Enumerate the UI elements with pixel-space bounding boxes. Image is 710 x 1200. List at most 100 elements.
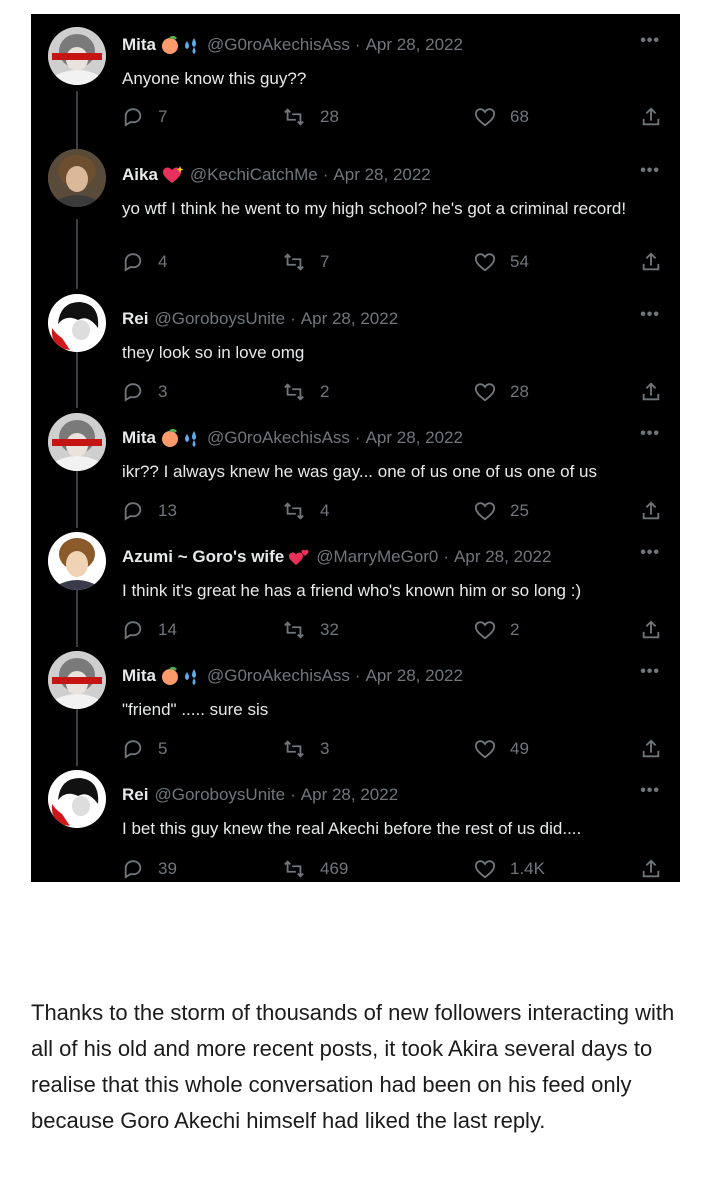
avatar[interactable] [48,294,106,352]
retweet-icon [284,253,304,271]
tweet[interactable]: Mita @G0roAkechisAss · Apr 28, 2022 ••• … [31,14,680,133]
avatar[interactable] [48,27,106,85]
reply-button[interactable]: 13 [122,500,177,522]
reply-count: 13 [158,501,177,520]
avatar[interactable] [48,651,106,709]
display-name[interactable]: Mita [122,428,156,448]
user-handle[interactable]: @KechiCatchMe [190,165,318,185]
tweet[interactable]: Aika @KechiCatchMe · Apr 28, 2022 ••• yo… [31,144,680,284]
reply-icon [124,383,142,402]
tweet-text: "friend" ..... sure sis [122,700,269,719]
more-options-icon[interactable]: ••• [640,663,660,681]
more-options-icon[interactable]: ••• [640,544,660,562]
retweet-count: 3 [320,739,330,758]
user-handle[interactable]: @MarryMeGor0 [316,547,438,567]
reply-button[interactable]: 4 [122,251,167,273]
retweet-button[interactable]: 469 [282,858,348,880]
tweet-date[interactable]: Apr 28, 2022 [454,547,551,567]
display-name[interactable]: Mita [122,666,156,686]
reply-button[interactable]: 39 [122,858,177,880]
reply-button[interactable]: 14 [122,619,177,641]
like-button[interactable]: 1.4K [474,858,545,880]
retweet-button[interactable]: 3 [282,738,329,760]
separator-dot: · [322,165,329,184]
heart-icon [474,383,496,402]
reply-button[interactable]: 7 [122,106,167,128]
tweet-date[interactable]: Apr 28, 2022 [366,428,463,448]
share-button[interactable] [640,858,676,880]
more-options-icon[interactable]: ••• [640,782,660,800]
avatar[interactable] [48,149,106,207]
share-button[interactable] [640,381,676,403]
avatar[interactable] [48,532,106,590]
user-handle[interactable]: @GoroboysUnite [154,309,285,329]
tweet[interactable]: Rei @GoroboysUnite · Apr 28, 2022 ••• I … [31,764,680,883]
tweet[interactable]: Azumi ~ Goro's wife @MarryMeGor0 · Apr 2… [31,526,680,645]
peach-emoji [162,35,178,54]
retweet-button[interactable]: 28 [282,106,339,128]
like-button[interactable]: 68 [474,106,529,128]
more-options-icon[interactable]: ••• [640,162,660,180]
tweet[interactable]: Rei @GoroboysUnite · Apr 28, 2022 ••• th… [31,288,680,407]
retweet-button[interactable]: 2 [282,381,329,403]
tweet-date[interactable]: Apr 28, 2022 [333,165,430,185]
reply-count: 5 [158,739,168,758]
tweet-date[interactable]: Apr 28, 2022 [301,785,398,805]
reply-count: 3 [158,382,168,401]
like-button[interactable]: 25 [474,500,529,522]
display-name[interactable]: Azumi ~ Goro's wife [122,547,284,567]
more-options-icon[interactable]: ••• [640,306,660,324]
avatar[interactable] [48,413,106,471]
retweet-count: 32 [320,620,339,639]
share-icon [642,739,660,758]
separator-dot: · [443,547,450,566]
sparkling-heart-emoji [162,166,184,183]
name-emoji [162,165,184,185]
tweet-text: yo wtf I think he went to my high school… [122,199,627,218]
like-count: 1.4K [510,859,545,878]
share-button[interactable] [640,738,676,760]
display-name[interactable]: Rei [122,309,148,329]
like-button[interactable]: 49 [474,738,529,760]
like-button[interactable]: 54 [474,251,529,273]
reply-button[interactable]: 3 [122,381,167,403]
retweet-button[interactable]: 32 [282,619,339,641]
tweet[interactable]: Mita @G0roAkechisAss · Apr 28, 2022 ••• … [31,645,680,764]
reply-button[interactable]: 5 [122,738,167,760]
user-handle[interactable]: @G0roAkechisAss [207,666,350,686]
like-button[interactable]: 28 [474,381,529,403]
more-options-icon[interactable]: ••• [640,425,660,443]
retweet-button[interactable]: 7 [282,251,329,273]
like-count: 54 [510,252,529,271]
share-button[interactable] [640,251,676,273]
user-handle[interactable]: @G0roAkechisAss [207,428,350,448]
retweet-icon [284,860,304,878]
like-count: 2 [510,620,520,639]
more-options-icon[interactable]: ••• [640,32,660,50]
user-handle[interactable]: @GoroboysUnite [154,785,285,805]
heart-icon [474,621,496,640]
reply-count: 4 [158,252,168,271]
like-button[interactable]: 2 [474,619,519,641]
reply-count: 7 [158,107,168,126]
share-button[interactable] [640,500,676,522]
retweet-button[interactable]: 4 [282,500,329,522]
like-count: 25 [510,501,529,520]
tweet-date[interactable]: Apr 28, 2022 [366,666,463,686]
heart-icon [474,253,496,272]
user-handle[interactable]: @G0roAkechisAss [207,35,350,55]
tweet-date[interactable]: Apr 28, 2022 [301,309,398,329]
display-name[interactable]: Aika [122,165,158,185]
share-button[interactable] [640,619,676,641]
reply-count: 39 [158,859,177,878]
tweet-actions: 3 2 28 [122,381,662,405]
tweet-actions: 14 32 2 [122,619,662,643]
avatar[interactable] [48,770,106,828]
tweet-date[interactable]: Apr 28, 2022 [366,35,463,55]
tweet[interactable]: Mita @G0roAkechisAss · Apr 28, 2022 ••• … [31,407,680,526]
display-name[interactable]: Rei [122,785,148,805]
display-name[interactable]: Mita [122,35,156,55]
share-button[interactable] [640,106,676,128]
like-count: 49 [510,739,529,758]
sweat-droplets-emoji [185,38,196,54]
